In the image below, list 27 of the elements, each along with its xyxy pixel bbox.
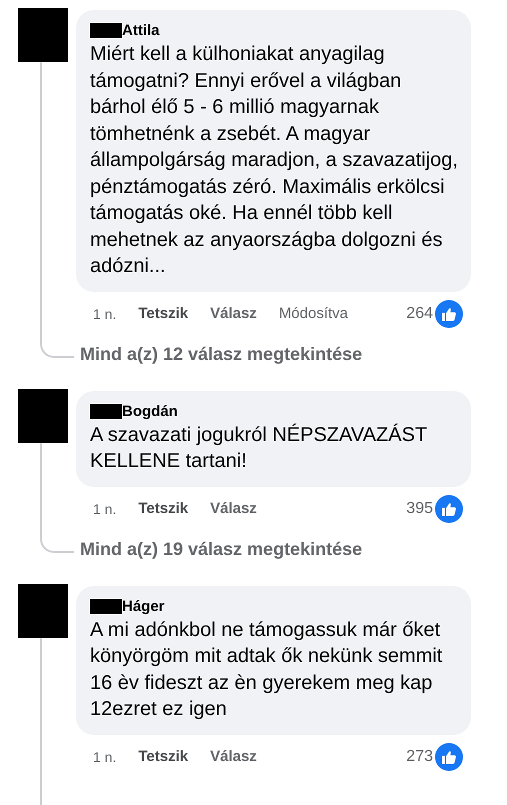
- like-icon[interactable]: [435, 742, 463, 770]
- reaction-count[interactable]: 273: [406, 748, 433, 766]
- author-name[interactable]: Háger: [122, 598, 165, 614]
- like-icon[interactable]: [435, 300, 463, 328]
- reply-link[interactable]: Válasz: [210, 305, 257, 322]
- reply-link[interactable]: Válasz: [210, 500, 257, 517]
- reaction-count[interactable]: 264: [406, 304, 433, 322]
- author-name[interactable]: Attila: [122, 22, 160, 39]
- redaction-bar: [90, 598, 122, 614]
- timestamp[interactable]: 1 n.: [93, 500, 116, 516]
- redaction-bar: [90, 404, 122, 418]
- author-name[interactable]: Bogdán: [122, 402, 178, 420]
- view-replies-link[interactable]: Mind a(z) 12 válasz megtekintése: [80, 344, 362, 364]
- redaction-bar: [90, 23, 122, 38]
- like-link[interactable]: Tetszik: [138, 748, 188, 765]
- comment-text: A mi adónkbol ne támogassuk már őket könyörgöm mit adtak ők nekünk semmit 16 èv fideszt az èn gyerekem meg kap 12ezret ez igen: [90, 618, 444, 722]
- like-icon[interactable]: [435, 494, 463, 522]
- comment-text: A szavazati jogukról NÉPSZAVAZÁST KELLENE tartani!: [90, 422, 428, 474]
- like-link[interactable]: Tetszik: [138, 500, 188, 517]
- reaction-count[interactable]: 395: [406, 500, 433, 518]
- view-replies-link[interactable]: Mind a(z) 19 válasz megtekintése: [80, 538, 362, 558]
- timestamp[interactable]: 1 n.: [93, 306, 116, 322]
- timestamp[interactable]: 1 n.: [93, 748, 116, 764]
- like-link[interactable]: Tetszik: [138, 305, 188, 322]
- reply-link[interactable]: Válasz: [210, 748, 257, 765]
- edited-label: Módosítva: [278, 305, 348, 322]
- comment-text: Miért kell a külhoniakat anyagilag támogatni? Ennyi erővel a világban bárhol élő 5 - 6 millió magyarnak tömhetnénk a zsebét. A magyar állampolgárság maradjon, a szavazatijog, pénztámogatás zéró. Maximális erkölcsi támogatás oké. Ha ennél több kell mehetnek az anyaországba dolgozni és adózni...: [90, 42, 459, 279]
